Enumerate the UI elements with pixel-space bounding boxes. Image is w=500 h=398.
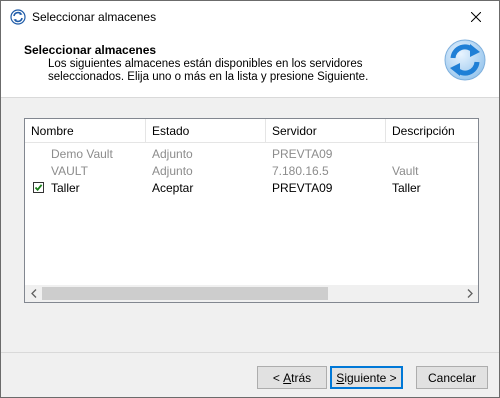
list-item[interactable]: Demo Vault Adjunto PREVTA09: [25, 145, 478, 162]
chevron-left-icon: [30, 289, 36, 298]
column-header-name[interactable]: Nombre: [25, 119, 146, 143]
checkmark-icon: [34, 183, 43, 192]
window-title: Seleccionar almacenes: [32, 10, 157, 24]
close-icon: [471, 12, 481, 22]
dialog-window: Seleccionar almacenes Seleccionar almace…: [0, 0, 500, 398]
page-title: Seleccionar almacenes: [24, 43, 157, 57]
cell-name: VAULT: [51, 164, 88, 178]
column-header-description[interactable]: Descripción: [386, 119, 478, 143]
back-button-prefix: <: [272, 370, 284, 385]
list-item[interactable]: Taller Aceptar PREVTA09 Taller: [25, 179, 478, 196]
scroll-left-button[interactable]: [25, 285, 42, 302]
row-checkbox[interactable]: [33, 182, 44, 193]
footer-divider: [1, 352, 499, 353]
next-button-access-key: S: [336, 370, 345, 385]
cell-state: Adjunto: [152, 164, 193, 178]
list-header: Nombre Estado Servidor Descripción: [25, 119, 478, 143]
list-body: Demo Vault Adjunto PREVTA09 VAULT Adjunt…: [25, 145, 478, 285]
cell-description: Taller: [392, 181, 421, 195]
cell-server: PREVTA09: [272, 147, 333, 161]
cell-server: 7.180.16.5: [272, 164, 329, 178]
next-button[interactable]: Siguiente >: [330, 366, 403, 389]
sync-arrows-icon: [443, 38, 487, 82]
cell-description: Vault: [392, 164, 419, 178]
back-button-label: trás: [291, 370, 312, 385]
title-bar: Seleccionar almacenes: [1, 1, 499, 33]
sync-icon: [10, 9, 26, 25]
scroll-thumb[interactable]: [42, 287, 328, 300]
cell-state: Aceptar: [152, 181, 194, 195]
cancel-button[interactable]: Cancelar: [416, 366, 488, 389]
cell-state: Adjunto: [152, 147, 193, 161]
page-description: Los siguientes almacenes están disponibl…: [48, 58, 369, 83]
close-button[interactable]: [453, 1, 499, 33]
cell-server: PREVTA09: [272, 181, 333, 195]
list-item[interactable]: VAULT Adjunto 7.180.16.5 Vault: [25, 162, 478, 179]
back-button[interactable]: < Atrás: [257, 366, 327, 389]
column-header-state[interactable]: Estado: [146, 119, 266, 143]
horizontal-scrollbar[interactable]: [25, 285, 478, 302]
column-header-server[interactable]: Servidor: [266, 119, 386, 143]
chevron-right-icon: [467, 289, 473, 298]
vault-list[interactable]: Nombre Estado Servidor Descripción Demo …: [24, 118, 479, 303]
back-button-access-key: A: [283, 370, 292, 385]
next-button-label: iguiente >: [344, 370, 397, 385]
cell-name: Taller: [51, 181, 80, 195]
cell-name: Demo Vault: [51, 147, 113, 161]
wizard-header: Seleccionar almacenes Los siguientes alm…: [1, 33, 499, 98]
scroll-right-button[interactable]: [461, 285, 478, 302]
